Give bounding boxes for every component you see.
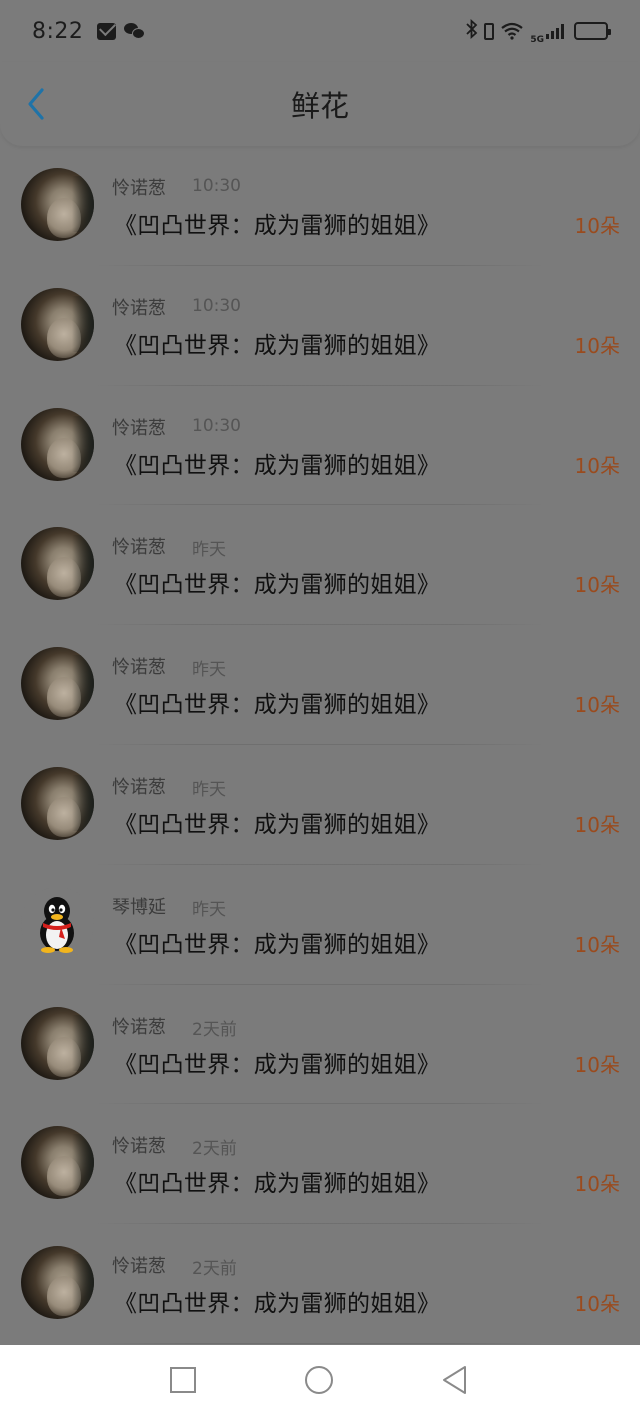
book-title: 《凹凸世界：成为雷狮的姐姐》 (114, 452, 441, 479)
author-name: 琴博延 (112, 896, 166, 918)
bluetooth-icon (466, 18, 478, 44)
flower-count: 10朵 (574, 1172, 620, 1197)
flower-count: 10朵 (574, 1052, 620, 1077)
timestamp: 10:30 (192, 415, 241, 436)
wechat-icon (124, 22, 146, 40)
signal-icon (546, 23, 564, 39)
timestamp: 昨天 (192, 660, 226, 681)
avatar[interactable] (21, 1126, 94, 1200)
book-title: 《凹凸世界：成为雷狮的姐姐》 (114, 1291, 441, 1318)
header: 鲜花 (0, 62, 640, 146)
status-time: 8:22 (32, 18, 84, 44)
list-item[interactable]: 怜诺葱 10:30 《凹凸世界：成为雷狮的姐姐》 10朵 (0, 266, 640, 386)
list-item[interactable]: 怜诺葱 2天前《凹凸世界：成为雷狮的姐姐》 10朵 (0, 985, 640, 1105)
author-name: 怜诺葱 (112, 417, 166, 439)
author-name: 怜诺葱 (112, 1016, 166, 1038)
mail-icon (97, 22, 117, 40)
chevron-left-icon (28, 88, 44, 120)
timestamp: 昨天 (192, 540, 226, 561)
flower-count: 10朵 (574, 333, 620, 358)
list-item[interactable]: 怜诺葱 昨天《凹凸世界：成为雷狮的姐姐》 10朵 (0, 625, 640, 745)
author-name: 怜诺葱 (112, 297, 166, 319)
timestamp: 昨天 (192, 899, 226, 920)
phone-vibrate-icon (484, 22, 495, 40)
avatar[interactable] (21, 647, 94, 721)
book-title: 《凹凸世界：成为雷狮的姐姐》 (114, 811, 441, 838)
page-title: 鲜花 (290, 89, 349, 123)
avatar[interactable] (21, 1246, 94, 1320)
author-name: 怜诺葱 (112, 657, 166, 679)
divider (96, 1342, 544, 1344)
flower-count: 10朵 (574, 453, 620, 478)
battery-icon (574, 22, 611, 40)
timestamp: 10:30 (192, 295, 241, 316)
recents-square-icon[interactable] (168, 1365, 198, 1395)
penguin-avatar[interactable] (21, 886, 94, 960)
list-item[interactable]: 怜诺葱 2天前《凹凸世界：成为雷狮的姐姐》 10朵 (0, 1224, 640, 1344)
list-item[interactable]: 怜诺葱 10:30 《凹凸世界：成为雷狮的姐姐》 10朵 (0, 386, 640, 506)
flower-count: 10朵 (574, 932, 620, 957)
flower-count: 10朵 (574, 812, 620, 837)
system-navbar (0, 1345, 640, 1415)
flower-count: 10朵 (574, 214, 620, 238)
back-triangle-icon[interactable] (440, 1365, 470, 1395)
avatar[interactable] (21, 407, 94, 481)
avatar[interactable] (21, 168, 94, 241)
avatar[interactable] (21, 287, 94, 361)
wifi-icon (501, 22, 524, 40)
author-name: 怜诺葱 (112, 178, 166, 199)
avatar[interactable] (21, 766, 94, 840)
status-left: 8:22 (32, 19, 146, 44)
back-button[interactable] (18, 84, 54, 124)
book-title: 《凹凸世界：成为雷狮的姐姐》 (114, 1171, 441, 1198)
avatar[interactable] (21, 1006, 94, 1080)
timestamp: 2天前 (192, 1019, 237, 1040)
book-title: 《凹凸世界：成为雷狮的姐姐》 (114, 332, 441, 359)
flower-count: 10朵 (574, 1292, 620, 1317)
list-item[interactable]: 怜诺葱 昨天《凹凸世界：成为雷狮的姐姐》 10朵 (0, 505, 640, 626)
list-item[interactable]: 怜诺葱 2天前《凹凸世界：成为雷狮的姐姐》 10朵 (0, 1104, 640, 1225)
flower-count: 10朵 (574, 693, 620, 718)
timestamp: 10:30 (192, 176, 241, 196)
book-title: 《凹凸世界：成为雷狮的姐姐》 (114, 1051, 441, 1078)
author-name: 怜诺葱 (112, 776, 166, 798)
network-label: 5G (530, 35, 544, 45)
author-name: 怜诺葱 (112, 1256, 166, 1278)
timestamp: 昨天 (192, 779, 226, 800)
list-item[interactable]: 怜诺葱 昨天《凹凸世界：成为雷狮的姐姐》 10朵 (0, 745, 640, 865)
book-title: 《凹凸世界：成为雷狮的姐姐》 (114, 692, 441, 719)
book-title: 《凹凸世界：成为雷狮的姐姐》 (114, 213, 441, 239)
list-item[interactable]: 琴博延 昨天《凹凸世界：成为雷狮的姐姐》 10朵 (0, 865, 640, 985)
status-right: 5G (466, 17, 611, 45)
book-title: 《凹凸世界：成为雷狮的姐姐》 (114, 572, 441, 599)
author-name: 怜诺葱 (112, 537, 166, 559)
timestamp: 2天前 (192, 1259, 237, 1280)
timestamp: 2天前 (192, 1139, 237, 1160)
home-circle-icon[interactable] (304, 1365, 334, 1395)
flower-count: 10朵 (574, 573, 620, 598)
author-name: 怜诺葱 (112, 1136, 166, 1158)
book-title: 《凹凸世界：成为雷狮的姐姐》 (114, 931, 441, 958)
avatar[interactable] (21, 527, 94, 601)
list-item[interactable]: 怜诺葱 10:30 《凹凸世界：成为雷狮的姐姐》 10朵 (0, 146, 640, 266)
flower-list: 怜诺葱 10:30 《凹凸世界：成为雷狮的姐姐》 10朵 怜诺葱 10:30 《凹凸世界：成… (0, 146, 640, 1344)
qq-penguin-icon (40, 896, 74, 953)
status-bar: 8:22 5G (0, 0, 640, 62)
